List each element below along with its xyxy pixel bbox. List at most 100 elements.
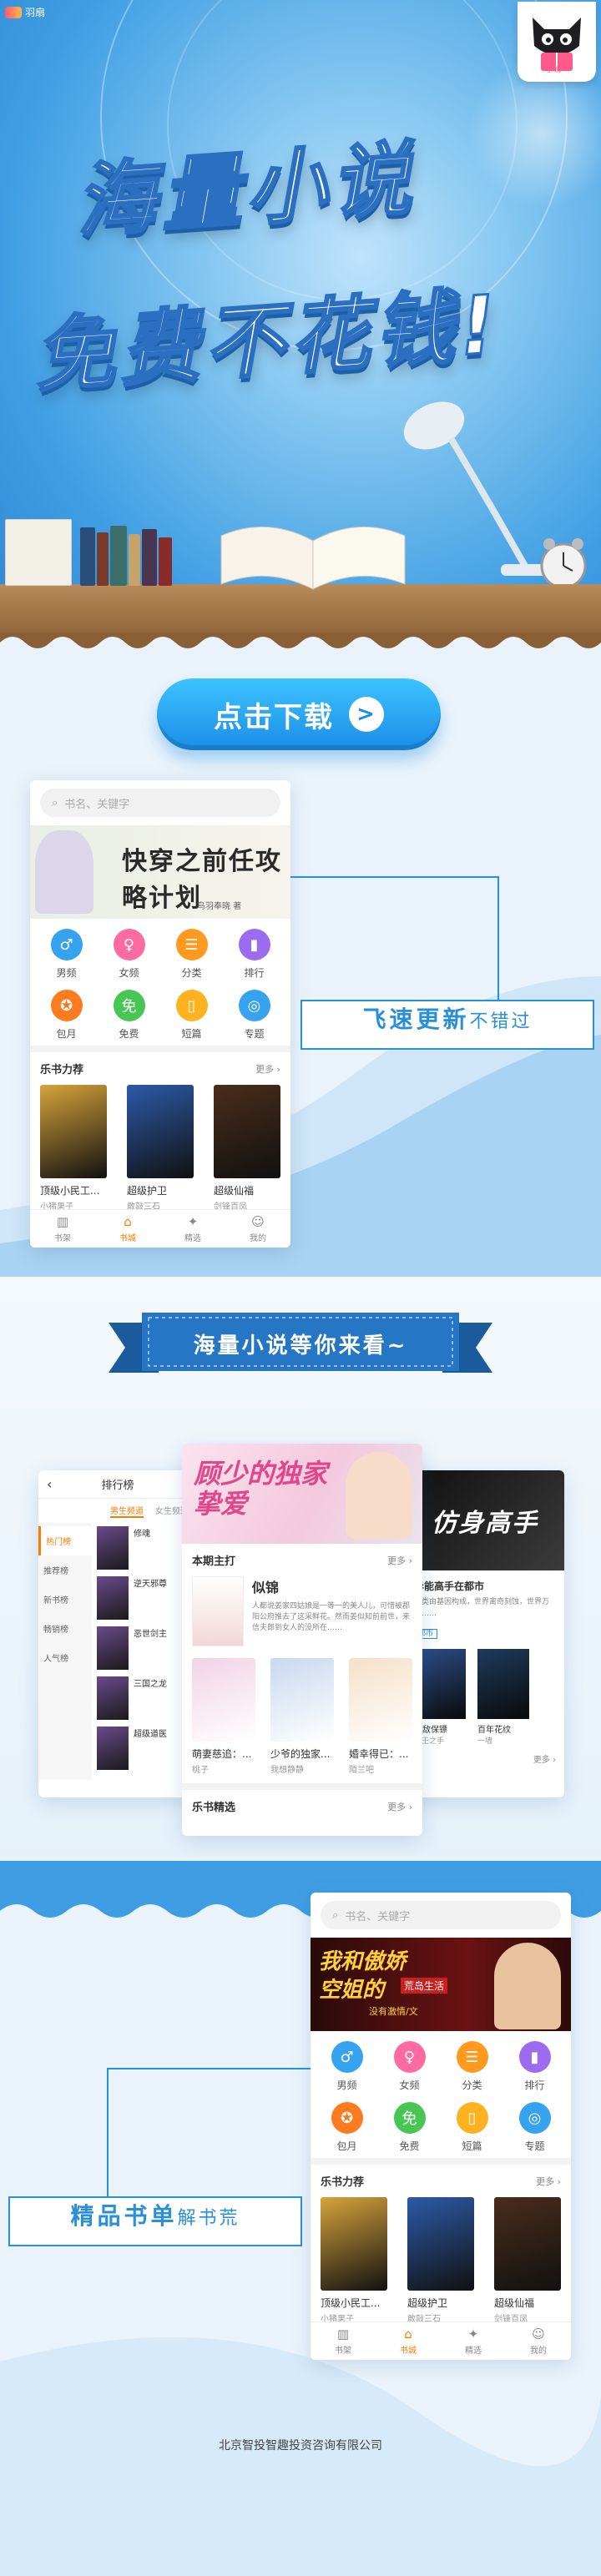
category-专题[interactable]: ◎ 专题 [503, 2102, 566, 2153]
featured-book-desc: 人类由基因构成，世界离奇刻蚀，世界万事…… [414, 1598, 550, 1618]
tab-精选[interactable]: ✦ 精选 [465, 2326, 482, 2356]
leader-line [290, 876, 499, 1001]
tab-书城[interactable]: ⌂ 书城 [119, 1214, 136, 1243]
list-icon: ☰ [175, 929, 208, 960]
book-author: 一墙 [477, 1737, 493, 1746]
free-icon: 免 [113, 990, 145, 1021]
search-icon: ⌕ [332, 1908, 339, 1922]
book-cover [214, 1085, 280, 1178]
category-男频[interactable]: ♂ 男频 [316, 2041, 378, 2092]
category-排行[interactable]: ▮ 排行 [223, 929, 285, 980]
search-placeholder: 书名、关键字 [345, 1910, 411, 1923]
more-link[interactable]: 更多 › [387, 1800, 412, 1813]
promo-banner[interactable]: 我和傲娇 空姐的 荒岛生活 没有激情/文 [311, 1938, 571, 2031]
mascot-label: 小说 [546, 66, 562, 74]
category-label: 男频 [336, 2079, 357, 2091]
tab-label: 我的 [530, 2347, 547, 2356]
book-item[interactable]: 顶级小民工... 小猪果子 [321, 2197, 387, 2324]
category-免费[interactable]: 免免费 [378, 2102, 441, 2153]
female-icon: ♀ [113, 929, 145, 960]
banner-sub: 没有激情/文 [369, 2006, 418, 2017]
rank-category[interactable]: 推荐榜 [38, 1555, 92, 1585]
subtab-male[interactable]: 男生频道 [110, 1504, 144, 1518]
category-包月[interactable]: ✪ 包月 [316, 2102, 378, 2153]
section-header: 乐书力荐 更多 › [30, 1052, 290, 1081]
book-item[interactable]: 顶级小民工... 小猪果子 [40, 1085, 107, 1212]
category-女频[interactable]: ♀ 女频 [98, 929, 160, 980]
tab-书架[interactable]: ▥ 书架 [335, 2326, 351, 2356]
more-link[interactable]: 更多 › [536, 2175, 561, 2188]
search-input[interactable]: ⌕ 书名、关键字 [321, 1901, 561, 1929]
rank-category[interactable]: 新书榜 [38, 1585, 92, 1614]
feature-desc: 人都说姜家四姑娘是一等一的美人儿，可惜被郡阳公府推去了这采鲜花。然而姜似知前前世… [252, 1602, 411, 1632]
chart-icon: ▮ [238, 929, 270, 960]
rank-row[interactable]: 修魂 [97, 1526, 192, 1570]
section-header: 乐书力荐 更多 › [311, 2165, 571, 2194]
book-title: 顶级小民工... [321, 2297, 381, 2309]
rank-category[interactable]: 热门榜 [38, 1526, 92, 1555]
book-title: 三国之龙 [134, 1680, 167, 1689]
download-button[interactable]: 点击下载 > [157, 678, 441, 750]
featured-book-title[interactable]: 异能高手在都市 [406, 1570, 564, 1596]
category-分类[interactable]: ☰ 分类 [160, 929, 223, 980]
rank-row[interactable]: 恶世剑主 [97, 1626, 192, 1670]
tab-精选[interactable]: ✦ 精选 [184, 1214, 201, 1243]
open-book-icon [220, 526, 406, 590]
category-排行[interactable]: ▮ 排行 [503, 2041, 566, 2092]
book-item[interactable]: 超级仙福 剑锋百凤 [214, 1085, 280, 1212]
book-item[interactable]: 萌妻慈追：... 桃子 [192, 1658, 255, 1775]
book-icon: ▯ [175, 990, 208, 1021]
book-item[interactable]: 百年花纹 一墙 [477, 1649, 529, 1746]
more-link[interactable]: 更多 › [406, 1752, 564, 1765]
rank-row[interactable]: 逆天邪尊 [97, 1576, 192, 1620]
brand-name: 羽扇 [25, 7, 46, 18]
brand-mark-icon [5, 6, 22, 18]
rank-row[interactable]: 三国之龙 [97, 1676, 192, 1720]
tab-我的[interactable]: ☺ 我的 [250, 1214, 266, 1243]
tab-我的[interactable]: ☺ 我的 [530, 2326, 547, 2356]
topic-icon: ◎ [518, 2102, 551, 2134]
featured-banner[interactable]: 仿身高手 [406, 1470, 564, 1570]
book-item[interactable]: 超级仙福 剑锋百凤 [494, 2197, 561, 2324]
category-包月[interactable]: ✪ 包月 [35, 990, 98, 1041]
rank-header: ‹ 排行榜 [38, 1470, 197, 1499]
category-专题[interactable]: ◎ 专题 [223, 990, 285, 1041]
tab-label: 书架 [335, 2347, 351, 2356]
callout-bold: 精品书单 [70, 2202, 178, 2230]
app-screen-selection: 顾少的独家挚爱 本期主打 更多 › 似锦 人都说姜家四姑娘是一等一的美人儿，可惜… [182, 1444, 422, 1836]
category-女频[interactable]: ♀ 女频 [378, 2041, 441, 2092]
book-item[interactable]: 少爷的独家... 我想静静 [270, 1658, 334, 1775]
book-item[interactable]: 超级护卫 敢敲三石 [127, 1085, 194, 1212]
more-link[interactable]: 更多 › [387, 1554, 412, 1567]
rank-title: 排行榜 [101, 1480, 134, 1492]
tab-label: 书城 [119, 1234, 136, 1243]
book-cover [407, 2197, 474, 2291]
brand-logo: 羽扇 [5, 5, 45, 19]
back-icon[interactable]: ‹ [47, 1476, 52, 1492]
more-link[interactable]: 更多 › [255, 1062, 280, 1076]
category-grid: ♂ 男频 ♀ 女频 ☰ 分类 ▮ 排行 ✪ 包月 免免费 ▯ 短篇 ◎ 专题 [30, 919, 290, 1046]
category-分类[interactable]: ☰ 分类 [441, 2041, 503, 2092]
feature-title: 似锦 [252, 1580, 280, 1596]
category-短篇[interactable]: ▯ 短篇 [160, 990, 223, 1041]
tab-书架[interactable]: ▥ 书架 [54, 1214, 71, 1243]
promo-banner[interactable]: 快穿之前任攻略计划 鸟羽奉晓 著 [30, 825, 290, 919]
selection-banner[interactable]: 顾少的独家挚爱 [182, 1444, 422, 1544]
app-screen-bookstore: ⌕ 书名、关键字 快穿之前任攻略计划 鸟羽奉晓 著 ♂ 男频 ♀ 女频 ☰ 分类 ▮ 排行 ✪ 包… [30, 780, 290, 1248]
category-免费[interactable]: 免免费 [98, 990, 160, 1041]
rank-row[interactable]: 超级道医 [97, 1727, 192, 1770]
book-item[interactable]: 婚幸得已：... 陌兰吧 [349, 1658, 412, 1775]
category-label: 短篇 [462, 2140, 482, 2152]
featured-icon: ✦ [467, 2326, 479, 2342]
search-input[interactable]: ⌕ 书名、关键字 [40, 789, 280, 817]
rank-category[interactable]: 畅销榜 [38, 1614, 92, 1643]
search-placeholder: 书名、关键字 [64, 798, 130, 811]
tab-书城[interactable]: ⌂ 书城 [400, 2326, 417, 2356]
category-短篇[interactable]: ▯ 短篇 [441, 2102, 503, 2153]
tab-label: 书城 [400, 2347, 417, 2356]
leader-line [107, 2068, 311, 2201]
rank-category[interactable]: 人气榜 [38, 1643, 92, 1672]
book-item[interactable]: 超级护卫 敢敲三石 [407, 2197, 474, 2324]
featured-item[interactable]: 似锦 人都说姜家四姑娘是一等一的美人儿，可惜被郡阳公府推去了这采鲜花。然而姜似知… [182, 1573, 422, 1650]
category-男频[interactable]: ♂ 男频 [35, 929, 98, 980]
